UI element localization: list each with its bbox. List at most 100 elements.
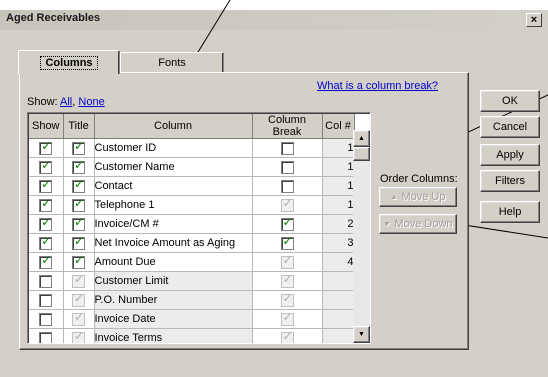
apply-button[interactable]: Apply bbox=[480, 144, 540, 166]
move-down-label: Move Down bbox=[394, 218, 453, 230]
checkmark-icon: ✓ bbox=[74, 271, 85, 286]
table-row[interactable]: ✓ ✓ Customer ID 1 bbox=[29, 138, 355, 158]
columns-table: Show Title Column Column Break Col # ✓ ✓ C… bbox=[29, 114, 355, 343]
title-cell: ✓ bbox=[63, 271, 95, 291]
column-break-cell: ✓ bbox=[252, 271, 323, 291]
column-break-checkbox[interactable]: ✓ bbox=[280, 214, 294, 231]
header-title[interactable]: Title bbox=[63, 114, 95, 139]
col-number-cell bbox=[322, 309, 355, 329]
column-name-cell: Customer ID bbox=[94, 138, 253, 158]
show-cell bbox=[29, 271, 64, 291]
checkmark-icon: ✓ bbox=[74, 138, 85, 153]
cancel-button[interactable]: Cancel bbox=[480, 116, 540, 138]
show-none-link[interactable]: None bbox=[78, 96, 104, 108]
column-break-checkbox[interactable] bbox=[280, 160, 294, 174]
column-break-checkbox: ✓ bbox=[280, 273, 294, 288]
col-number-cell: 4 bbox=[322, 252, 355, 272]
show-checkbox[interactable]: ✓ bbox=[39, 254, 53, 269]
title-checkbox[interactable]: ✓ bbox=[72, 195, 85, 212]
checkmark-icon: ✓ bbox=[74, 157, 85, 172]
table-row[interactable]: ✓ P.O. Number ✓ bbox=[29, 290, 355, 310]
header-col-number[interactable]: Col # bbox=[322, 114, 355, 139]
column-name-cell: Net Invoice Amount as Aging bbox=[94, 233, 253, 253]
show-checkbox[interactable]: ✓ bbox=[39, 176, 53, 193]
table-row[interactable]: ✓ Invoice Date ✓ bbox=[29, 309, 355, 329]
grid-body: ✓ ✓ Customer ID 1 ✓ ✓ Customer Name 1 ✓ ✓ Contact 1… bbox=[29, 138, 355, 343]
checkmark-icon: ✓ bbox=[282, 328, 293, 343]
title-checkbox[interactable]: ✓ bbox=[72, 178, 85, 193]
ok-button[interactable]: OK bbox=[480, 90, 540, 112]
show-cell bbox=[29, 290, 64, 310]
table-row[interactable]: ✓ ✓ Customer Name 1 bbox=[29, 157, 355, 177]
title-checkbox[interactable]: ✓ bbox=[72, 216, 85, 231]
show-cell: ✓ bbox=[29, 157, 64, 177]
show-cell: ✓ bbox=[29, 195, 64, 215]
table-row[interactable]: ✓ ✓ Invoice/CM # ✓ 2 bbox=[29, 214, 355, 234]
header-column-break[interactable]: Column Break bbox=[252, 114, 323, 139]
filters-button[interactable]: Filters bbox=[480, 170, 540, 192]
show-checkbox[interactable]: ✓ bbox=[39, 157, 53, 174]
move-up-button[interactable]: ▲ Move Up bbox=[379, 187, 457, 207]
column-break-checkbox[interactable] bbox=[280, 141, 294, 155]
move-down-button[interactable]: ▼ Move Down bbox=[379, 214, 457, 234]
table-row[interactable]: ✓ Invoice Terms ✓ bbox=[29, 328, 355, 343]
table-row[interactable]: ✓ ✓ Net Invoice Amount as Aging ✓ 3 bbox=[29, 233, 355, 253]
show-checkbox[interactable] bbox=[39, 293, 53, 307]
help-button[interactable]: Help bbox=[480, 201, 540, 223]
column-break-checkbox: ✓ bbox=[280, 328, 294, 343]
show-checkbox[interactable]: ✓ bbox=[39, 233, 53, 250]
col-number-cell: 3 bbox=[322, 233, 355, 253]
show-checkbox[interactable] bbox=[39, 312, 53, 326]
checkmark-icon: ✓ bbox=[41, 157, 52, 172]
column-break-cell: ✓ bbox=[252, 290, 323, 310]
col-number-cell bbox=[322, 328, 355, 343]
scroll-thumb[interactable] bbox=[353, 147, 370, 161]
checkmark-icon: ✓ bbox=[74, 309, 85, 324]
table-row[interactable]: ✓ Customer Limit ✓ bbox=[29, 271, 355, 291]
title-checkbox: ✓ bbox=[72, 271, 85, 288]
checkmark-icon: ✓ bbox=[74, 195, 85, 210]
title-checkbox[interactable]: ✓ bbox=[72, 157, 85, 174]
grid-scrollbar-track[interactable] bbox=[353, 130, 370, 343]
checkmark-icon: ✓ bbox=[41, 176, 52, 191]
table-row[interactable]: ✓ ✓ Contact 1 bbox=[29, 176, 355, 196]
title-cell: ✓ bbox=[63, 138, 95, 158]
title-checkbox[interactable]: ✓ bbox=[72, 254, 85, 269]
show-checkbox[interactable]: ✓ bbox=[39, 140, 53, 155]
title-checkbox[interactable]: ✓ bbox=[72, 138, 85, 155]
header-show[interactable]: Show bbox=[29, 114, 64, 139]
title-cell: ✓ bbox=[63, 290, 95, 310]
column-break-checkbox[interactable] bbox=[280, 179, 294, 193]
columns-grid: Show Title Column Column Break Col # ✓ ✓ C… bbox=[27, 112, 371, 344]
table-row[interactable]: ✓ ✓ Amount Due ✓ 4 bbox=[29, 252, 355, 272]
scroll-up-button[interactable]: ▲ bbox=[353, 130, 370, 147]
show-cell: ✓ bbox=[29, 176, 64, 196]
column-break-checkbox[interactable]: ✓ bbox=[280, 235, 294, 250]
checkmark-icon: ✓ bbox=[282, 195, 293, 210]
tab-fonts[interactable]: Fonts bbox=[120, 52, 224, 72]
show-checkbox[interactable] bbox=[39, 274, 53, 288]
table-row[interactable]: ✓ ✓ Telephone 1 ✓ 1 bbox=[29, 195, 355, 215]
column-break-checkbox: ✓ bbox=[280, 311, 294, 326]
col-number-cell bbox=[322, 290, 355, 310]
checkmark-icon: ✓ bbox=[41, 233, 52, 248]
scroll-down-button[interactable]: ▼ bbox=[353, 326, 370, 343]
title-checkbox: ✓ bbox=[72, 292, 85, 307]
show-checkbox[interactable]: ✓ bbox=[39, 216, 53, 231]
title-cell: ✓ bbox=[63, 309, 95, 329]
show-all-link[interactable]: All bbox=[60, 96, 72, 108]
header-column[interactable]: Column bbox=[94, 114, 253, 139]
tab-columns[interactable]: Columns bbox=[18, 50, 120, 74]
title-cell: ✓ bbox=[63, 328, 95, 343]
checkmark-icon: ✓ bbox=[282, 214, 293, 229]
tab-columns-label: Columns bbox=[40, 55, 98, 70]
title-checkbox: ✓ bbox=[72, 309, 85, 326]
title-checkbox[interactable]: ✓ bbox=[72, 233, 85, 250]
column-break-checkbox: ✓ bbox=[280, 292, 294, 307]
show-checkbox[interactable] bbox=[39, 331, 53, 343]
checkmark-icon: ✓ bbox=[74, 233, 85, 248]
column-break-help-link[interactable]: What is a column break? bbox=[317, 80, 438, 92]
scroll-down-icon: ▼ bbox=[358, 331, 365, 338]
show-checkbox[interactable]: ✓ bbox=[39, 197, 53, 212]
column-break-checkbox: ✓ bbox=[280, 195, 294, 212]
